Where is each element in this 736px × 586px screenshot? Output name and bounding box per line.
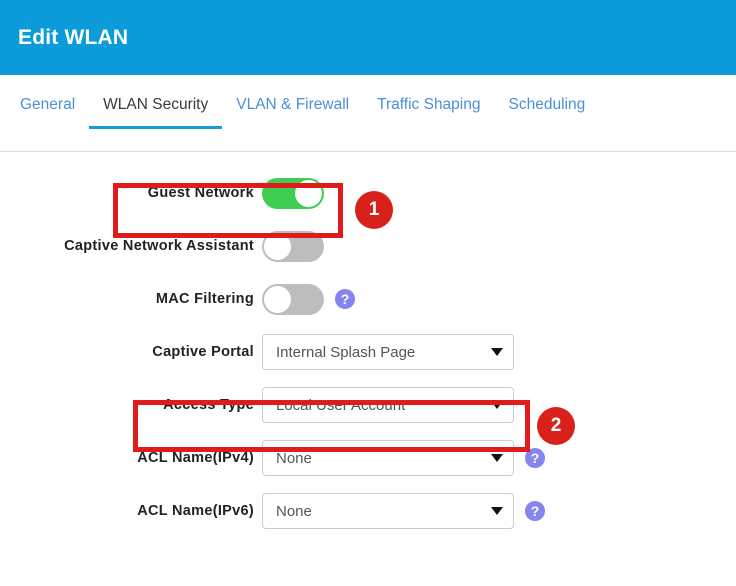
row-mac-filtering: MAC Filtering ?	[0, 280, 736, 318]
select-acl-name-ipv4[interactable]: None	[262, 440, 514, 476]
tab-vlan-firewall[interactable]: VLAN & Firewall	[222, 95, 363, 126]
help-icon[interactable]: ?	[335, 289, 355, 309]
toggle-mac-filtering[interactable]	[262, 283, 324, 315]
toggle-guest-network[interactable]	[262, 177, 324, 209]
help-icon[interactable]: ?	[525, 501, 545, 521]
page-title: Edit WLAN	[18, 25, 129, 49]
label-acl-name-ipv6: ACL Name(IPv6)	[137, 503, 254, 519]
control-access-type: Local User Account	[262, 387, 514, 423]
chevron-down-icon	[491, 348, 503, 356]
chevron-down-icon	[491, 507, 503, 515]
toggle-captive-network-assistant[interactable]	[262, 230, 324, 262]
label-acl-name-ipv4: ACL Name(IPv4)	[137, 450, 254, 466]
row-captive-network-assistant: Captive Network Assistant	[0, 227, 736, 265]
label-mac-filtering: MAC Filtering	[155, 291, 254, 307]
select-access-type-value: Local User Account	[276, 396, 406, 414]
select-captive-portal-value: Internal Splash Page	[276, 343, 416, 361]
tab-bar: General WLAN Security VLAN & Firewall Tr…	[0, 75, 736, 152]
row-access-type: Access Type Local User Account	[0, 386, 736, 424]
select-captive-portal[interactable]: Internal Splash Page	[262, 334, 514, 370]
toggle-knob	[295, 179, 322, 207]
help-icon[interactable]: ?	[525, 448, 545, 468]
control-guest-network	[262, 177, 324, 209]
control-captive-portal: Internal Splash Page	[262, 334, 514, 370]
toggle-knob	[264, 232, 291, 260]
tab-traffic-shaping[interactable]: Traffic Shaping	[363, 95, 494, 126]
control-acl-name-ipv4: None ?	[262, 440, 545, 476]
control-mac-filtering: ?	[262, 283, 355, 315]
row-captive-portal: Captive Portal Internal Splash Page	[0, 333, 736, 371]
label-captive-portal: Captive Portal	[152, 344, 254, 360]
select-access-type[interactable]: Local User Account	[262, 387, 514, 423]
row-acl-name-ipv4: ACL Name(IPv4) None ?	[0, 439, 736, 477]
label-guest-network: Guest Network	[147, 185, 254, 201]
row-guest-network: Guest Network	[0, 174, 736, 212]
chevron-down-icon	[491, 401, 503, 409]
tab-general[interactable]: General	[6, 95, 89, 126]
chevron-down-icon	[491, 454, 503, 462]
select-acl-name-ipv6[interactable]: None	[262, 493, 514, 529]
wlan-security-form: Guest Network Captive Network Assistant …	[0, 152, 736, 530]
label-access-type: Access Type	[163, 397, 254, 413]
tab-wlan-security[interactable]: WLAN Security	[89, 95, 223, 129]
app-header: Edit WLAN	[0, 0, 736, 75]
row-acl-name-ipv6: ACL Name(IPv6) None ?	[0, 492, 736, 530]
tab-scheduling[interactable]: Scheduling	[495, 95, 600, 126]
control-acl-name-ipv6: None ?	[262, 493, 545, 529]
select-acl-name-ipv4-value: None	[276, 449, 312, 467]
toggle-knob	[264, 285, 291, 313]
select-acl-name-ipv6-value: None	[276, 502, 312, 520]
label-captive-network-assistant: Captive Network Assistant	[64, 238, 254, 254]
control-captive-network-assistant	[262, 230, 324, 262]
